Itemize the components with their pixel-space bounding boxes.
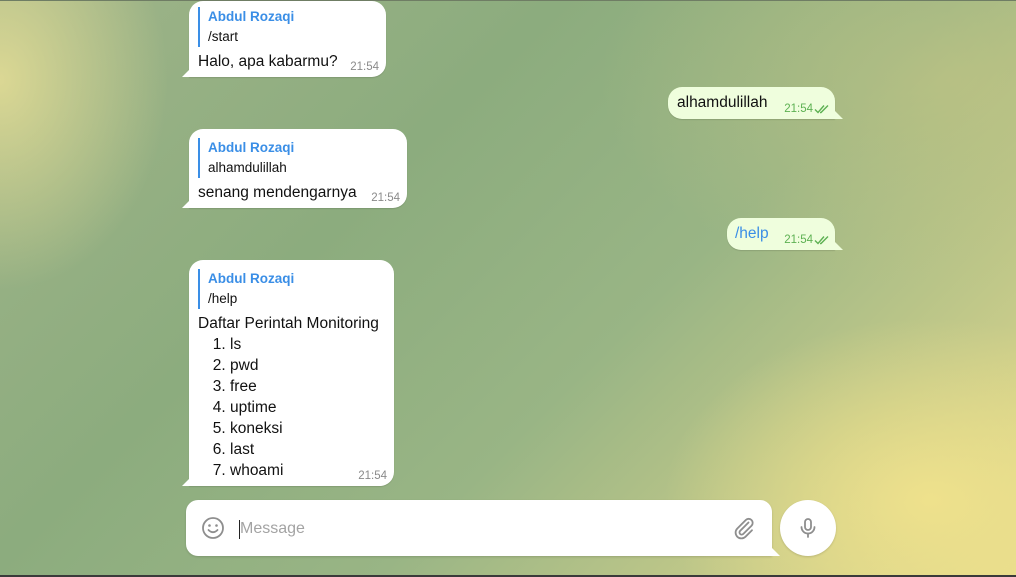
reply-quoted-text: alhamdulillah — [208, 160, 287, 175]
double-check-icon — [814, 236, 829, 245]
message-incoming[interactable]: Abdul Rozaqi /help Daftar Perintah Monit… — [189, 260, 394, 486]
smiley-icon — [202, 517, 224, 539]
message-incoming[interactable]: Abdul Rozaqi alhamdulillah senang menden… — [189, 129, 407, 208]
list-item: ls — [230, 334, 385, 355]
emoji-button[interactable] — [201, 516, 225, 540]
message-outgoing[interactable]: alhamdulillah 21:54 — [668, 87, 835, 119]
message-outgoing[interactable]: /help 21:54 — [727, 218, 835, 250]
message-time: 21:54 — [350, 61, 379, 73]
reply-quoted-text: /start — [208, 29, 239, 44]
window-top-edge — [0, 0, 1016, 1]
reply-quoted-text: /help — [208, 291, 238, 306]
attach-button[interactable] — [732, 516, 756, 540]
text-cursor — [239, 520, 240, 539]
reply-preview[interactable]: Abdul Rozaqi /start — [198, 7, 377, 47]
message-time-status: 21:54 — [784, 103, 830, 115]
command-list: ls pwd free uptime koneksi last whoami — [198, 334, 385, 481]
message-text: senang mendengarnya — [198, 184, 357, 201]
list-item: last — [230, 439, 385, 460]
message-incoming[interactable]: Abdul Rozaqi /start Halo, apa kabarmu? 2… — [189, 1, 386, 77]
message-time: 21:54 — [784, 234, 813, 246]
message-time-status: 21:54 — [784, 234, 830, 246]
paperclip-icon — [734, 517, 754, 540]
message-time: 21:54 — [371, 192, 400, 204]
reply-preview[interactable]: Abdul Rozaqi /help — [198, 269, 385, 309]
message-input[interactable] — [238, 514, 712, 544]
list-item: pwd — [230, 355, 385, 376]
reply-sender-name: Abdul Rozaqi — [208, 271, 295, 286]
list-item: free — [230, 376, 385, 397]
microphone-icon — [800, 518, 816, 538]
message-text: Daftar Perintah Monitoring — [198, 315, 379, 332]
list-item: uptime — [230, 397, 385, 418]
reply-sender-name: Abdul Rozaqi — [208, 9, 295, 24]
message-composer — [186, 500, 772, 556]
voice-record-button[interactable] — [780, 500, 836, 556]
double-check-icon — [814, 105, 829, 114]
list-item: koneksi — [230, 418, 385, 439]
message-time: 21:54 — [784, 103, 813, 115]
reply-preview[interactable]: Abdul Rozaqi alhamdulillah — [198, 138, 398, 178]
message-time: 21:54 — [358, 470, 387, 482]
reply-sender-name: Abdul Rozaqi — [208, 140, 295, 155]
